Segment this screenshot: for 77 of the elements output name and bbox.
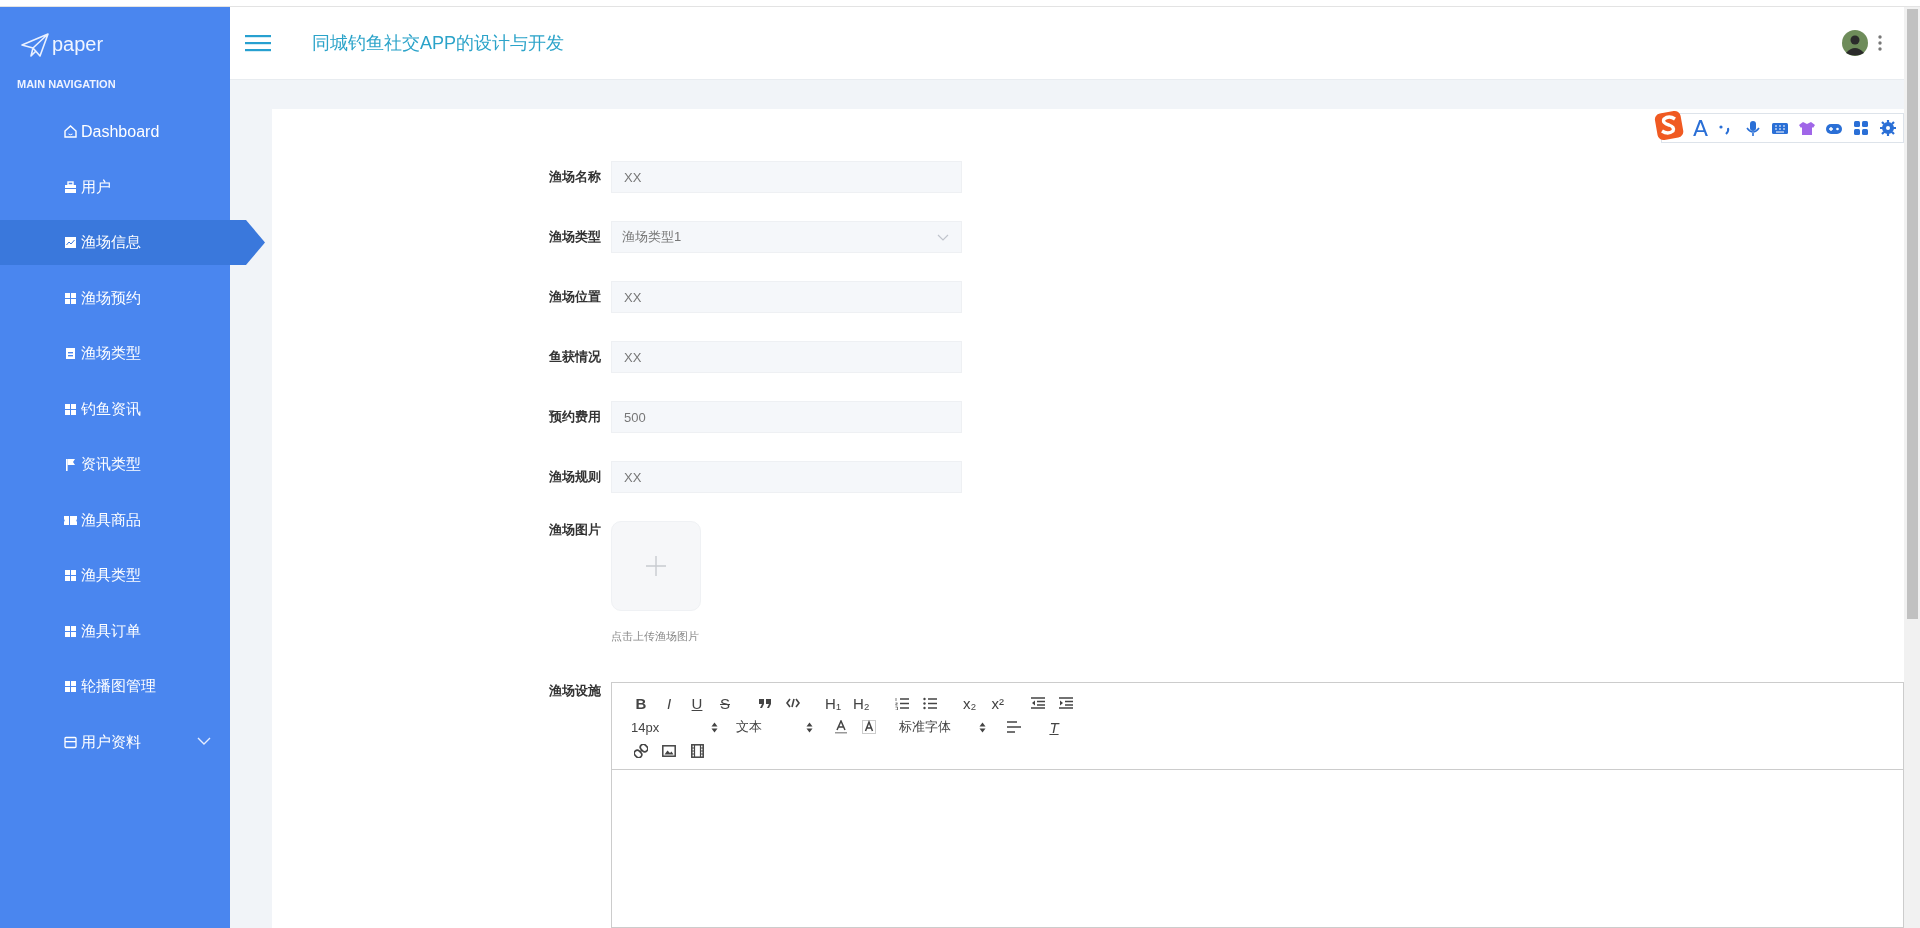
nav-item[interactable]: 渔具订单 bbox=[0, 608, 230, 654]
nav-item[interactable]: 资讯类型 bbox=[0, 442, 230, 487]
app-logo-text: paper bbox=[52, 33, 104, 56]
chevron-down-icon bbox=[937, 233, 949, 241]
underline-button[interactable]: U bbox=[683, 692, 711, 714]
input-field[interactable]: XX bbox=[611, 281, 962, 313]
grid-icon bbox=[63, 568, 78, 583]
code-icon bbox=[786, 698, 800, 708]
scrollbar-thumb[interactable] bbox=[1907, 9, 1918, 619]
menu-icon bbox=[245, 34, 271, 52]
grid-icon bbox=[63, 679, 78, 694]
nav-heading: MAIN NAVIGATION bbox=[16, 77, 117, 92]
dropdown-select[interactable]: 14px bbox=[627, 716, 722, 738]
nav-item[interactable]: 渔场预约 bbox=[0, 275, 230, 321]
clear-format-button[interactable]: T bbox=[1040, 716, 1068, 738]
field-label: 鱼获情况 bbox=[548, 348, 602, 366]
card-icon bbox=[63, 734, 78, 750]
nav-item[interactable]: 渔场类型 bbox=[0, 331, 230, 376]
text-color-icon bbox=[834, 720, 848, 734]
field-label: 渔场位置 bbox=[548, 288, 602, 306]
field-label: 渔场名称 bbox=[548, 168, 602, 186]
nav-item[interactable]: 渔具类型 bbox=[0, 553, 230, 598]
script-button[interactable]: x² bbox=[983, 692, 1012, 714]
nav-item[interactable]: 钓鱼资讯 bbox=[0, 386, 230, 432]
indent-icon bbox=[1058, 697, 1073, 709]
bold-button[interactable]: B bbox=[627, 692, 655, 714]
input-field[interactable]: XX bbox=[611, 461, 962, 493]
upload-hint: 点击上传渔场图片 bbox=[611, 629, 700, 644]
home-icon bbox=[63, 124, 78, 139]
plus-icon bbox=[646, 556, 666, 576]
dropdown-select[interactable]: 标准字体 bbox=[895, 716, 990, 738]
quote-icon bbox=[758, 698, 772, 708]
bullet-list-icon bbox=[922, 696, 937, 710]
select-field[interactable]: 渔场类型1 bbox=[611, 221, 962, 253]
outdent-icon bbox=[1030, 697, 1045, 709]
paper-plane-icon bbox=[20, 31, 50, 58]
link-icon bbox=[634, 744, 648, 758]
field-label: 渔场图片 bbox=[548, 521, 602, 539]
highlight-icon bbox=[862, 720, 876, 734]
input-field[interactable]: XX bbox=[611, 161, 962, 193]
briefcase-icon bbox=[63, 179, 78, 195]
chart-icon bbox=[63, 235, 78, 250]
sort-arrows-icon bbox=[979, 721, 986, 733]
more-icon[interactable] bbox=[1878, 35, 1882, 51]
nav-item[interactable]: 渔场信息 bbox=[0, 220, 265, 265]
sort-arrows-icon bbox=[711, 721, 718, 733]
image-icon bbox=[662, 745, 676, 757]
heading-button[interactable]: H₂ bbox=[847, 692, 876, 714]
input-field[interactable]: 500 bbox=[611, 401, 962, 433]
nav-item[interactable]: Dashboard bbox=[0, 109, 230, 154]
field-label: 渔场规则 bbox=[548, 468, 602, 486]
nav-item[interactable]: 渔具商品 bbox=[0, 497, 230, 543]
field-label: 渔场类型 bbox=[548, 228, 602, 246]
script-button[interactable]: x₂ bbox=[955, 692, 984, 714]
sort-arrows-icon bbox=[806, 721, 813, 733]
nav-item[interactable]: 用户 bbox=[0, 164, 230, 210]
nav-item[interactable]: 用户资料 bbox=[0, 719, 230, 765]
nav-item[interactable]: 轮播图管理 bbox=[0, 664, 230, 709]
italic-button[interactable]: I bbox=[655, 692, 683, 714]
grid-icon bbox=[63, 401, 78, 417]
clipboard-icon bbox=[63, 346, 78, 361]
flag-icon bbox=[63, 457, 78, 472]
align-left-icon bbox=[1007, 721, 1021, 733]
heading-button[interactable]: H₁ bbox=[819, 692, 847, 714]
dropdown-select[interactable]: 文本 bbox=[732, 716, 817, 738]
grid-icon bbox=[63, 623, 78, 639]
strikethrough-button[interactable]: S bbox=[711, 692, 739, 714]
input-field[interactable]: XX bbox=[611, 341, 962, 373]
field-label: 预约费用 bbox=[548, 408, 602, 426]
avatar-icon[interactable] bbox=[1842, 30, 1868, 56]
grid-icon bbox=[63, 290, 78, 306]
menu-button[interactable] bbox=[245, 34, 271, 52]
numbered-list-icon bbox=[894, 696, 909, 710]
page-title: 同城钓鱼社交APP的设计与开发 bbox=[312, 32, 565, 55]
field-label: 渔场设施 bbox=[548, 682, 602, 700]
chevron-down-icon bbox=[197, 735, 211, 746]
film-icon bbox=[690, 744, 704, 758]
